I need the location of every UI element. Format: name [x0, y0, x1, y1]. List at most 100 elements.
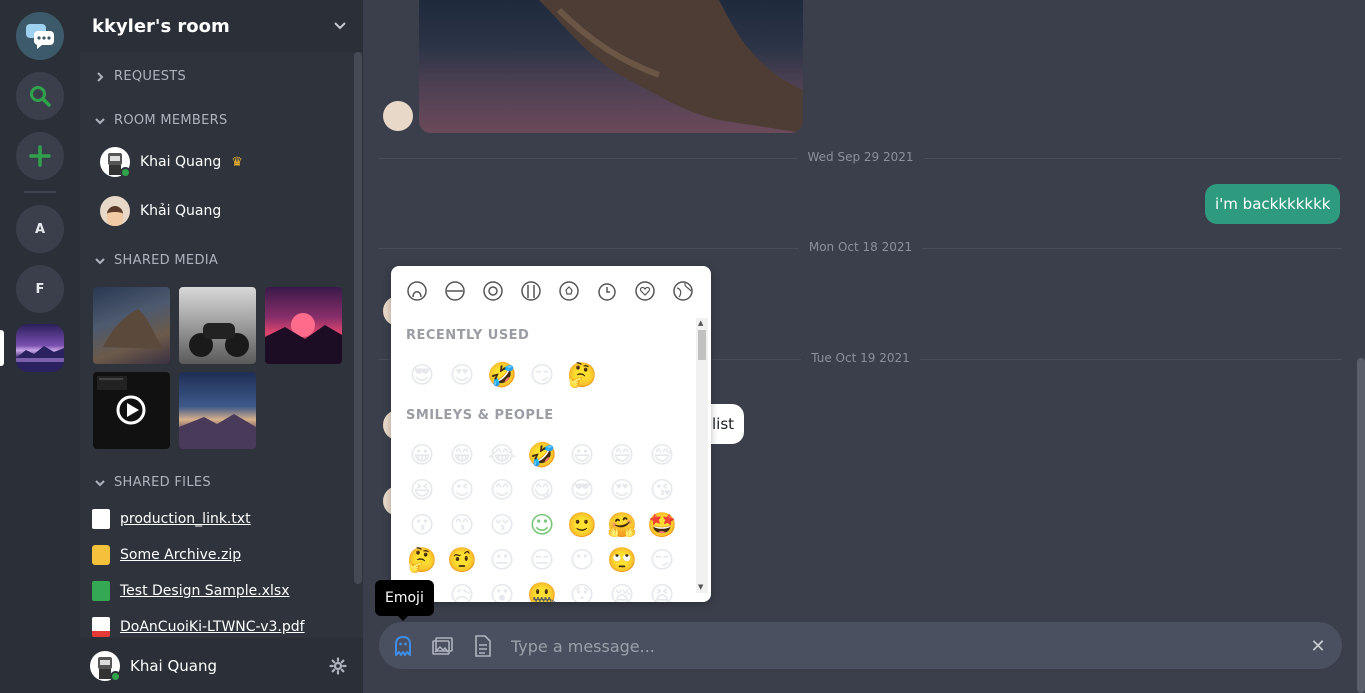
- room-a-label: A: [34, 221, 46, 237]
- travel-category-icon[interactable]: [519, 279, 543, 303]
- section-shared-files[interactable]: SHARED FILES: [94, 475, 211, 490]
- date-label: Wed Sep 29 2021: [363, 150, 1358, 164]
- shared-file-link[interactable]: DoAnCuoiKi-LTWNC-v3.pdf: [92, 617, 305, 637]
- emoji-button[interactable]: 🤩: [647, 510, 677, 540]
- emoji-button[interactable]: 😍: [447, 360, 477, 390]
- sidebar-scrollbar[interactable]: [354, 52, 362, 584]
- emoji-button[interactable]: 😎: [567, 475, 597, 505]
- room-header[interactable]: kkyler's room: [80, 0, 363, 52]
- emoji-button[interactable]: 🙂: [567, 510, 597, 540]
- emoji-button[interactable]: 😅: [647, 440, 677, 470]
- chat-logo-icon[interactable]: [16, 12, 64, 60]
- emoji-button[interactable]: 😥: [447, 580, 477, 602]
- emoji-button[interactable]: 😃: [567, 440, 597, 470]
- emoji-button[interactable]: 😂: [487, 440, 517, 470]
- emoji-button[interactable]: 😉: [447, 475, 477, 505]
- shared-file-link[interactable]: production_link.txt: [92, 509, 251, 529]
- sports-category-icon[interactable]: [557, 279, 581, 303]
- emoji-button[interactable]: 😁: [447, 440, 477, 470]
- scroll-up-arrow-icon[interactable]: ▲: [698, 319, 703, 327]
- emoji-button[interactable]: 😐: [487, 545, 517, 575]
- shared-file-link[interactable]: Some Archive.zip: [92, 545, 241, 565]
- emoji-button[interactable]: 😑: [527, 545, 557, 575]
- emoji-button[interactable]: 🤐: [527, 580, 557, 602]
- room-a-button[interactable]: A: [16, 205, 64, 253]
- emoji-button[interactable]: 😫: [647, 580, 677, 602]
- file-upload-button[interactable]: [471, 634, 495, 658]
- section-shared-media[interactable]: SHARED MEDIA: [94, 253, 218, 268]
- shared-media-sunset-image[interactable]: [265, 287, 342, 364]
- room-f-button[interactable]: F: [16, 265, 64, 313]
- activity-category-icon[interactable]: [481, 279, 505, 303]
- message-input[interactable]: [511, 634, 1291, 658]
- gear-icon[interactable]: [329, 657, 347, 675]
- emoji-button[interactable]: 😙: [447, 510, 477, 540]
- alarm-clock-icon[interactable]: [595, 279, 619, 303]
- section-room-members[interactable]: ROOM MEMBERS: [94, 113, 228, 128]
- member-item[interactable]: Khải Quang: [100, 196, 221, 226]
- emoji-button[interactable]: 😀: [407, 440, 437, 470]
- chevron-down-icon: [95, 257, 105, 264]
- emoji-button[interactable]: 🤔: [407, 545, 437, 575]
- chat-panel: Wed Sep 29 2021 i'm backkkkkkk Mon Oct 1…: [363, 0, 1365, 693]
- app-window: A F kkyler's room REQUESTS ROOM MEMBERS: [0, 0, 1365, 693]
- emoji-button[interactable]: 🙄: [607, 545, 637, 575]
- document-icon: [475, 635, 491, 657]
- emoji-picker: RECENTLY USED 😎 😍 🤣 😏 🤔 SMILEYS & PEOPLE…: [391, 266, 711, 602]
- add-room-button[interactable]: [16, 132, 64, 180]
- chevron-down-icon[interactable]: [331, 16, 349, 34]
- emoji-scrollbar[interactable]: ▲ ▼: [696, 318, 708, 593]
- member-item[interactable]: Khai Quang ♛: [100, 147, 243, 178]
- shared-media-island-image[interactable]: [93, 287, 170, 364]
- section-requests[interactable]: REQUESTS: [94, 69, 186, 84]
- food-category-icon[interactable]: [443, 279, 467, 303]
- scroll-down-arrow-icon[interactable]: ▼: [698, 583, 703, 591]
- emoji-row: 😀 😁 😂 🤣 😃 😄 😅: [407, 440, 677, 470]
- shared-media-video[interactable]: [93, 372, 170, 449]
- emoji-button[interactable]: 😶: [567, 545, 597, 575]
- emoji-button[interactable]: 😮: [487, 580, 517, 602]
- motorbike-image: [189, 323, 249, 357]
- heart-category-icon[interactable]: [633, 279, 657, 303]
- shared-media-motorbike-image[interactable]: [179, 287, 256, 364]
- chevron-right-icon: [97, 71, 104, 82]
- shared-file-link[interactable]: Test Design Sample.xlsx: [92, 581, 290, 601]
- search-button[interactable]: [16, 72, 64, 120]
- section-room-members-label: ROOM MEMBERS: [114, 113, 228, 128]
- active-room-thumbnail[interactable]: [16, 324, 64, 372]
- emoji-button[interactable]: 🤗: [607, 510, 637, 540]
- emoji-button[interactable]: 🤣: [527, 440, 557, 470]
- chevron-down-icon: [95, 117, 105, 124]
- emoji-button[interactable]: 🤨: [447, 545, 477, 575]
- image-upload-button[interactable]: [431, 634, 455, 658]
- emoji-button[interactable]: 😗: [407, 510, 437, 540]
- my-message-bubble[interactable]: i'm backkkkkkk: [1205, 184, 1341, 224]
- emoji-button[interactable]: 😪: [607, 580, 637, 602]
- shared-media-mountain-image[interactable]: [179, 372, 256, 449]
- emoji-button[interactable]: 😆: [407, 475, 437, 505]
- avatar[interactable]: [383, 101, 413, 131]
- emoji-scrollbar-thumb[interactable]: [698, 330, 706, 360]
- emoji-button[interactable]: 😍: [607, 475, 637, 505]
- emoji-button[interactable]: ☺: [527, 510, 557, 540]
- emoji-button[interactable]: 😋: [527, 475, 557, 505]
- emoji-button[interactable]: 😯: [567, 580, 597, 602]
- emoji-button[interactable]: 😘: [647, 475, 677, 505]
- emoji-button[interactable]: 😏: [527, 360, 557, 390]
- emoji-button[interactable]: 😊: [487, 475, 517, 505]
- section-requests-label: REQUESTS: [114, 69, 187, 84]
- emoji-button[interactable]: 🤔: [567, 360, 597, 390]
- emoji-category-bar: [391, 266, 711, 316]
- globe-category-icon[interactable]: [671, 279, 695, 303]
- chat-scrollbar[interactable]: [1357, 358, 1365, 693]
- close-icon[interactable]: ✕: [1306, 634, 1330, 658]
- emoji-button[interactable]: [391, 634, 415, 658]
- message-image[interactable]: [419, 0, 803, 133]
- people-category-icon[interactable]: [405, 279, 429, 303]
- emoji-button[interactable]: 🤣: [487, 360, 517, 390]
- emoji-button[interactable]: 😏: [647, 545, 677, 575]
- emoji-button[interactable]: 😚: [487, 510, 517, 540]
- emoji-button[interactable]: 😄: [607, 440, 637, 470]
- crown-icon: ♛: [231, 154, 243, 170]
- emoji-button[interactable]: 😎: [407, 360, 437, 390]
